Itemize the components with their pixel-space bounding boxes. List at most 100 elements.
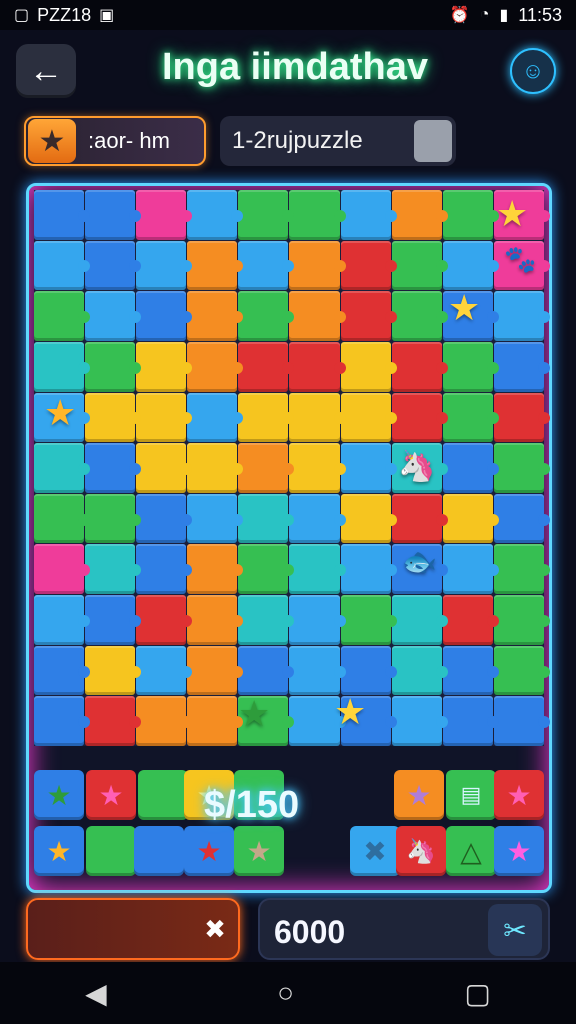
puzzle-tile[interactable]	[238, 443, 295, 493]
puzzle-board[interactable]	[34, 190, 551, 746]
puzzle-tile[interactable]	[289, 190, 346, 240]
puzzle-tile[interactable]	[85, 696, 142, 746]
puzzle-tile[interactable]	[391, 595, 448, 645]
tray-piece[interactable]: ▤	[446, 770, 496, 820]
puzzle-tile[interactable]	[340, 645, 397, 696]
puzzle-toggle[interactable]	[414, 120, 452, 162]
puzzle-tile[interactable]	[187, 443, 244, 493]
puzzle-tile[interactable]	[442, 240, 499, 291]
puzzle-tile[interactable]	[34, 291, 91, 341]
puzzle-tile[interactable]	[340, 190, 397, 240]
puzzle-tile[interactable]	[136, 190, 193, 240]
puzzle-tile[interactable]	[136, 493, 193, 544]
hint-bar[interactable]: ✖	[26, 898, 240, 960]
tray-piece[interactable]: ★	[34, 826, 84, 876]
tray-piece[interactable]: 🦄	[396, 826, 446, 876]
puzzle-tile[interactable]	[442, 595, 499, 645]
puzzle-tile[interactable]	[238, 544, 295, 595]
nav-home-icon[interactable]: ○	[277, 977, 294, 1009]
puzzle-tile[interactable]	[85, 190, 142, 240]
puzzle-tile[interactable]	[238, 595, 295, 645]
nav-recents-icon[interactable]: ▢	[464, 977, 490, 1010]
puzzle-tile[interactable]	[493, 595, 551, 645]
puzzle-tile[interactable]	[340, 341, 397, 392]
puzzle-tile[interactable]	[391, 392, 448, 443]
puzzle-tile[interactable]	[493, 696, 551, 746]
nav-back-icon[interactable]: ◀	[85, 977, 107, 1010]
mode-pill[interactable]: ★ :aor- hm	[24, 116, 206, 166]
puzzle-tile[interactable]	[136, 240, 193, 291]
puzzle-tile[interactable]	[85, 544, 142, 595]
puzzle-tile[interactable]	[34, 240, 91, 291]
puzzle-pill[interactable]: 1-2rujpuzzle	[220, 116, 456, 166]
puzzle-tile[interactable]	[136, 595, 193, 645]
puzzle-tile[interactable]	[391, 696, 448, 746]
puzzle-tile[interactable]	[34, 544, 91, 595]
puzzle-tile[interactable]	[85, 291, 142, 341]
puzzle-tile[interactable]	[187, 696, 244, 746]
puzzle-tile[interactable]	[34, 493, 91, 544]
puzzle-tile[interactable]	[187, 341, 244, 392]
puzzle-tile[interactable]	[391, 341, 448, 392]
puzzle-tile[interactable]	[238, 291, 295, 341]
puzzle-tile[interactable]	[187, 544, 244, 595]
puzzle-tile[interactable]	[289, 341, 346, 392]
puzzle-tile[interactable]	[340, 493, 397, 544]
puzzle-tile[interactable]	[493, 645, 551, 696]
puzzle-tile[interactable]	[493, 392, 551, 443]
puzzle-tile[interactable]	[340, 443, 397, 493]
puzzle-tile[interactable]	[136, 544, 193, 595]
puzzle-tile[interactable]	[340, 240, 397, 291]
puzzle-tile[interactable]	[391, 493, 448, 544]
star-piece[interactable]: ★	[44, 395, 76, 431]
puzzle-tile[interactable]	[34, 190, 91, 240]
puzzle-tile[interactable]	[391, 240, 448, 291]
puzzle-tile[interactable]	[136, 696, 193, 746]
puzzle-tile[interactable]	[289, 696, 346, 746]
tray-piece[interactable]: ★	[86, 770, 136, 820]
tray-piece[interactable]: ✖	[350, 826, 400, 876]
character-piece[interactable]: 🐟	[402, 548, 437, 576]
puzzle-tile[interactable]	[136, 443, 193, 493]
puzzle-tile[interactable]	[238, 493, 295, 544]
puzzle-tile[interactable]	[238, 341, 295, 392]
puzzle-tile[interactable]	[340, 291, 397, 341]
puzzle-tile[interactable]	[136, 291, 193, 341]
back-button[interactable]: ←	[16, 44, 76, 98]
puzzle-tile[interactable]	[238, 392, 295, 443]
star-piece[interactable]: ★	[448, 290, 480, 326]
puzzle-tile[interactable]	[289, 392, 346, 443]
puzzle-tile[interactable]	[340, 595, 397, 645]
puzzle-tile[interactable]	[442, 341, 499, 392]
puzzle-tile[interactable]	[391, 645, 448, 696]
puzzle-tile[interactable]	[187, 240, 244, 291]
puzzle-tile[interactable]	[34, 595, 91, 645]
puzzle-tile[interactable]	[34, 443, 91, 493]
puzzle-tile[interactable]	[136, 341, 193, 392]
puzzle-tile[interactable]	[187, 392, 244, 443]
puzzle-tile[interactable]	[136, 392, 193, 443]
tray-piece[interactable]	[134, 826, 184, 876]
puzzle-tile[interactable]	[442, 493, 499, 544]
puzzle-tile[interactable]	[85, 443, 142, 493]
puzzle-tile[interactable]	[238, 240, 295, 291]
tray-piece[interactable]: ★	[494, 770, 544, 820]
puzzle-tile[interactable]	[187, 493, 244, 544]
puzzle-tile[interactable]	[493, 291, 551, 341]
puzzle-tile[interactable]	[136, 645, 193, 696]
puzzle-tile[interactable]	[340, 544, 397, 595]
puzzle-tile[interactable]	[493, 443, 551, 493]
tray-piece[interactable]: ★	[394, 770, 444, 820]
puzzle-tile[interactable]	[238, 190, 295, 240]
puzzle-tile[interactable]	[442, 544, 499, 595]
puzzle-tile[interactable]	[187, 595, 244, 645]
puzzle-tile[interactable]	[391, 190, 448, 240]
puzzle-tile[interactable]	[34, 696, 91, 746]
tray-piece[interactable]	[138, 770, 188, 820]
puzzle-tile[interactable]	[442, 645, 499, 696]
puzzle-tile[interactable]	[34, 341, 91, 392]
puzzle-tile[interactable]	[85, 645, 142, 696]
puzzle-tile[interactable]	[442, 696, 499, 746]
puzzle-tile[interactable]	[289, 544, 346, 595]
star-piece[interactable]: ★	[334, 694, 366, 730]
